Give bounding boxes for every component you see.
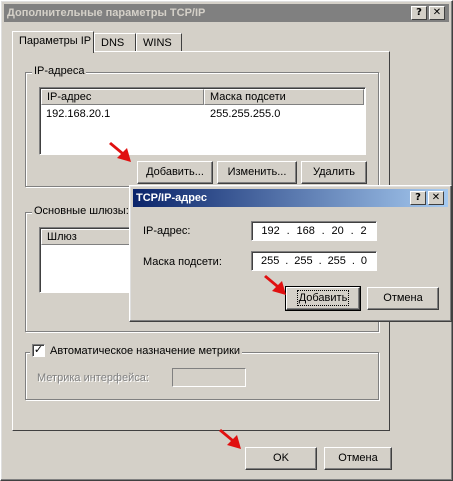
tab-wins[interactable]: WINS (136, 33, 182, 53)
tab-dns-label: DNS (101, 37, 125, 49)
dialog-title-bar: TCP/IP-адрес ? ✕ (133, 189, 448, 207)
main-title-bar: Дополнительные параметры TCP/IP ? ✕ (4, 4, 449, 22)
mask-dot: . (285, 255, 289, 267)
tcpip-address-dialog: TCP/IP-адрес ? ✕ IP-адрес: 192. 168. 20.… (129, 185, 452, 322)
close-icon[interactable]: ✕ (429, 6, 445, 20)
auto-metric-label: Автоматическое назначение метрики (50, 344, 241, 357)
edit-ip-button-label: Изменить... (227, 166, 287, 178)
interface-metric-label: Метрика интерфейса: (37, 372, 149, 384)
mask-octet-1[interactable]: 255 (261, 255, 279, 267)
cancel-button[interactable]: Отмена (324, 447, 392, 470)
red-arrow-icon (219, 429, 241, 449)
dialog-title: TCP/IP-адрес (136, 192, 208, 204)
ip-address-list[interactable]: IP-адрес Маска подсети 192.168.20.1 255.… (39, 87, 366, 155)
help-icon[interactable]: ? (410, 191, 426, 205)
ip-dot: . (286, 225, 290, 237)
ok-button[interactable]: OK (245, 447, 317, 470)
gateways-group-title: Основные шлюзы: (32, 205, 131, 217)
dialog-add-button[interactable]: Добавить (285, 286, 361, 311)
red-arrow-icon (109, 142, 131, 162)
dialog-ip-input[interactable]: 192. 168. 20. 2 (251, 221, 377, 241)
ok-button-label: OK (273, 452, 289, 464)
tab-wins-label: WINS (143, 37, 172, 49)
mask-cell: 255.255.255.0 (210, 108, 281, 120)
column-header-ip[interactable]: IP-адрес (41, 89, 204, 105)
column-header-mask[interactable]: Маска подсети (204, 89, 364, 105)
interface-metric-input[interactable] (172, 368, 246, 387)
dialog-cancel-button[interactable]: Отмена (367, 287, 439, 310)
red-arrow-icon (264, 275, 286, 295)
ip-octet-3[interactable]: 20 (332, 225, 344, 237)
mask-octet-3[interactable]: 255 (328, 255, 346, 267)
mask-octet-4[interactable]: 0 (361, 255, 367, 267)
main-window-title: Дополнительные параметры TCP/IP (7, 7, 206, 19)
ip-dot: . (350, 225, 354, 237)
delete-ip-button-label: Удалить (313, 166, 355, 178)
tab-dns[interactable]: DNS (94, 33, 136, 53)
ip-cell: 192.168.20.1 (46, 108, 111, 120)
dialog-mask-input[interactable]: 255. 255. 255. 0 (251, 251, 377, 271)
cancel-button-label: Отмена (338, 452, 378, 464)
add-ip-button-label: Добавить... (146, 166, 204, 178)
ip-octet-4[interactable]: 2 (360, 225, 366, 237)
mask-octet-2[interactable]: 255 (294, 255, 312, 267)
dialog-mask-label: Маска подсети: (143, 256, 222, 268)
add-ip-button[interactable]: Добавить... (137, 161, 213, 184)
ip-octet-1[interactable]: 192 (261, 225, 279, 237)
mask-dot: . (351, 255, 355, 267)
tab-ip-settings[interactable]: Параметры IP (12, 31, 94, 53)
delete-ip-button[interactable]: Удалить (301, 161, 367, 184)
edit-ip-button[interactable]: Изменить... (217, 161, 297, 184)
tab-ip-settings-label: Параметры IP (19, 35, 92, 47)
dialog-ip-label: IP-адрес: (143, 225, 191, 237)
metric-group: ✓ Автоматическое назначение метрики Метр… (25, 344, 379, 400)
ip-addresses-group-title: IP-адреса (32, 65, 87, 77)
mask-dot: . (318, 255, 322, 267)
close-icon[interactable]: ✕ (428, 191, 444, 205)
ip-addresses-group: IP-адреса IP-адрес Маска подсети 192.168… (25, 65, 379, 187)
ip-octet-2[interactable]: 168 (296, 225, 314, 237)
checkmark-icon[interactable]: ✓ (32, 344, 45, 357)
help-icon[interactable]: ? (411, 6, 427, 20)
dialog-cancel-button-label: Отмена (383, 292, 423, 304)
auto-metric-option[interactable]: ✓ Автоматическое назначение метрики (30, 344, 243, 357)
dialog-add-button-label: Добавить (296, 290, 350, 306)
ip-dot: . (321, 225, 325, 237)
